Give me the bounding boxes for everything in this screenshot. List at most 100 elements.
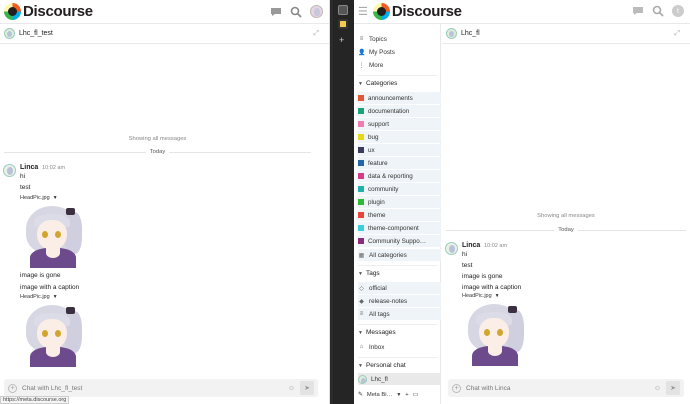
messages-section-header[interactable]: ▼ Messages [358,329,396,336]
discourse-logo[interactable]: Discourse [372,3,462,20]
sidebar-chat-user[interactable]: Lhc_fl [358,373,441,385]
list-icon: ≡ [359,36,364,42]
chevron-down-icon: ▼ [358,80,363,87]
sidebar-item-more[interactable]: ⋮ More [358,59,441,71]
sidebar-category[interactable]: ux [358,144,441,156]
chevron-down-icon: ▼ [358,362,363,369]
plus-icon[interactable]: + [8,383,17,393]
discourse-logo-mark [4,3,21,20]
message-username[interactable]: Linca [20,164,38,171]
sidebar-category[interactable]: theme-component [358,222,441,234]
sidebar-category[interactable]: announcements [358,92,441,104]
sidebar-tag[interactable]: ◆ release-notes [358,295,441,307]
plus-icon[interactable]: + [452,383,461,393]
chevron-down-icon[interactable]: ▼ [396,392,401,398]
attachment-filename[interactable]: HeadPic.jpg ▼ [20,294,329,300]
chevron-down-icon: ▼ [358,329,363,336]
footer-label[interactable]: Meta Bi… [367,392,392,398]
category-swatch [358,108,364,114]
sidebar-category[interactable]: feature [358,157,441,169]
message-avatar[interactable] [445,242,458,255]
sidebar-all-categories[interactable]: ▦ All categories [358,249,441,261]
window-strip: + [333,0,354,404]
divider [358,324,437,325]
attachment-image[interactable] [20,204,86,268]
expand-icon[interactable]: ⤢ [313,30,319,38]
tag-icon: ◆ [359,298,364,305]
sidebar-toggle-icon[interactable] [338,5,348,15]
add-icon[interactable]: + [339,35,344,45]
logo-text: Discourse [23,3,93,20]
chevron-down-icon[interactable]: ▼ [53,294,58,300]
sidebar-item-topics[interactable]: ≡ Topics [358,33,441,45]
date-separator: Today [4,149,311,155]
search-icon[interactable] [290,6,302,18]
message-username[interactable]: Linca [462,242,480,249]
left-browser-window: Discourse Lhc_fl_test ⤢ Showing all mess… [0,0,330,404]
user-avatar[interactable]: t [672,5,684,17]
emoji-icon[interactable]: ☺ [654,385,661,392]
sidebar: ≡ Topics 👤 My Posts ⋮ More ▼ Categories anno… [354,24,441,404]
sidebar-footer: ✎ Meta Bi… ▼ + ▭ [358,392,438,398]
search-icon[interactable] [652,5,664,17]
sidebar-item-my-posts[interactable]: 👤 My Posts [358,46,441,58]
attachment-filename[interactable]: HeadPic.jpg ▼ [20,195,329,201]
hamburger-icon[interactable]: ☰ [358,5,368,18]
sidebar-category[interactable]: bug [358,131,441,143]
chevron-down-icon[interactable]: ▼ [495,293,500,299]
user-icon: 👤 [358,49,366,56]
sidebar-category[interactable]: support [358,118,441,130]
sidebar-category[interactable]: theme [358,209,441,221]
discourse-logo[interactable]: Discourse [4,3,93,20]
sidebar-inbox[interactable]: ⌂ Inbox [358,341,441,353]
sidebar-category[interactable]: community [358,183,441,195]
divider [358,265,437,266]
emoji-icon[interactable]: ☺ [288,385,295,392]
tag-icon: ◇ [359,285,364,292]
chat-icon[interactable] [632,5,644,17]
message-line: test [20,184,31,191]
edit-icon[interactable]: ✎ [358,392,363,398]
personal-chat-section-header[interactable]: ▼ Personal chat [358,362,406,369]
discourse-logo-mark [372,3,390,20]
message-line: hi [20,173,26,180]
chat-icon[interactable] [270,6,282,18]
expand-icon[interactable]: ⤢ [674,30,680,38]
message-line: image is gone [20,272,61,279]
chat-channel-title[interactable]: Lhc_fl_test [19,30,53,37]
message-line: image is gone [462,273,503,280]
sidebar-category[interactable]: data & reporting [358,170,441,182]
chat-channel-header: Lhc_fl ⤢ [442,24,690,44]
plus-icon[interactable]: + [405,392,408,398]
sidebar-category[interactable]: documentation [358,105,441,117]
grid-icon: ▦ [358,252,365,259]
sidebar-all-tags[interactable]: ≡ All tags [358,308,441,320]
send-button[interactable]: ➤ [666,381,680,395]
category-swatch [358,160,364,166]
categories-section-header[interactable]: ▼ Categories [358,80,397,87]
chevron-down-icon[interactable]: ▼ [53,195,58,201]
divider [358,357,437,358]
keyboard-icon[interactable]: ▭ [413,392,418,398]
chat-channel-title[interactable]: Lhc_fl [461,30,480,37]
composer-input[interactable]: Chat with Linca [466,385,649,392]
attachment-filename[interactable]: HeadPic.jpg ▼ [462,293,690,299]
category-swatch [358,121,364,127]
attachment-image[interactable] [462,302,528,366]
category-swatch [358,95,364,101]
sidebar-category[interactable]: Community Suppo… [358,235,441,247]
sidebar-category[interactable]: plugin [358,196,441,208]
logo-text: Discourse [391,3,462,20]
user-avatar[interactable] [310,5,323,18]
message-avatar[interactable] [3,164,16,177]
site-switcher-icon[interactable] [338,19,348,29]
category-swatch [358,147,364,153]
composer-input[interactable]: Chat with Lhc_fl_test [22,385,283,392]
attachment-image[interactable] [20,303,86,367]
list-icon: ≡ [359,311,364,317]
tags-section-header[interactable]: ▼ Tags [358,270,380,277]
chat-composer: + Chat with Lhc_fl_test ☺ ➤ [4,379,318,397]
send-button[interactable]: ➤ [300,381,314,395]
sidebar-tag[interactable]: ◇ official [358,282,441,294]
chat-composer: + Chat with Linca ☺ ➤ [448,379,684,397]
